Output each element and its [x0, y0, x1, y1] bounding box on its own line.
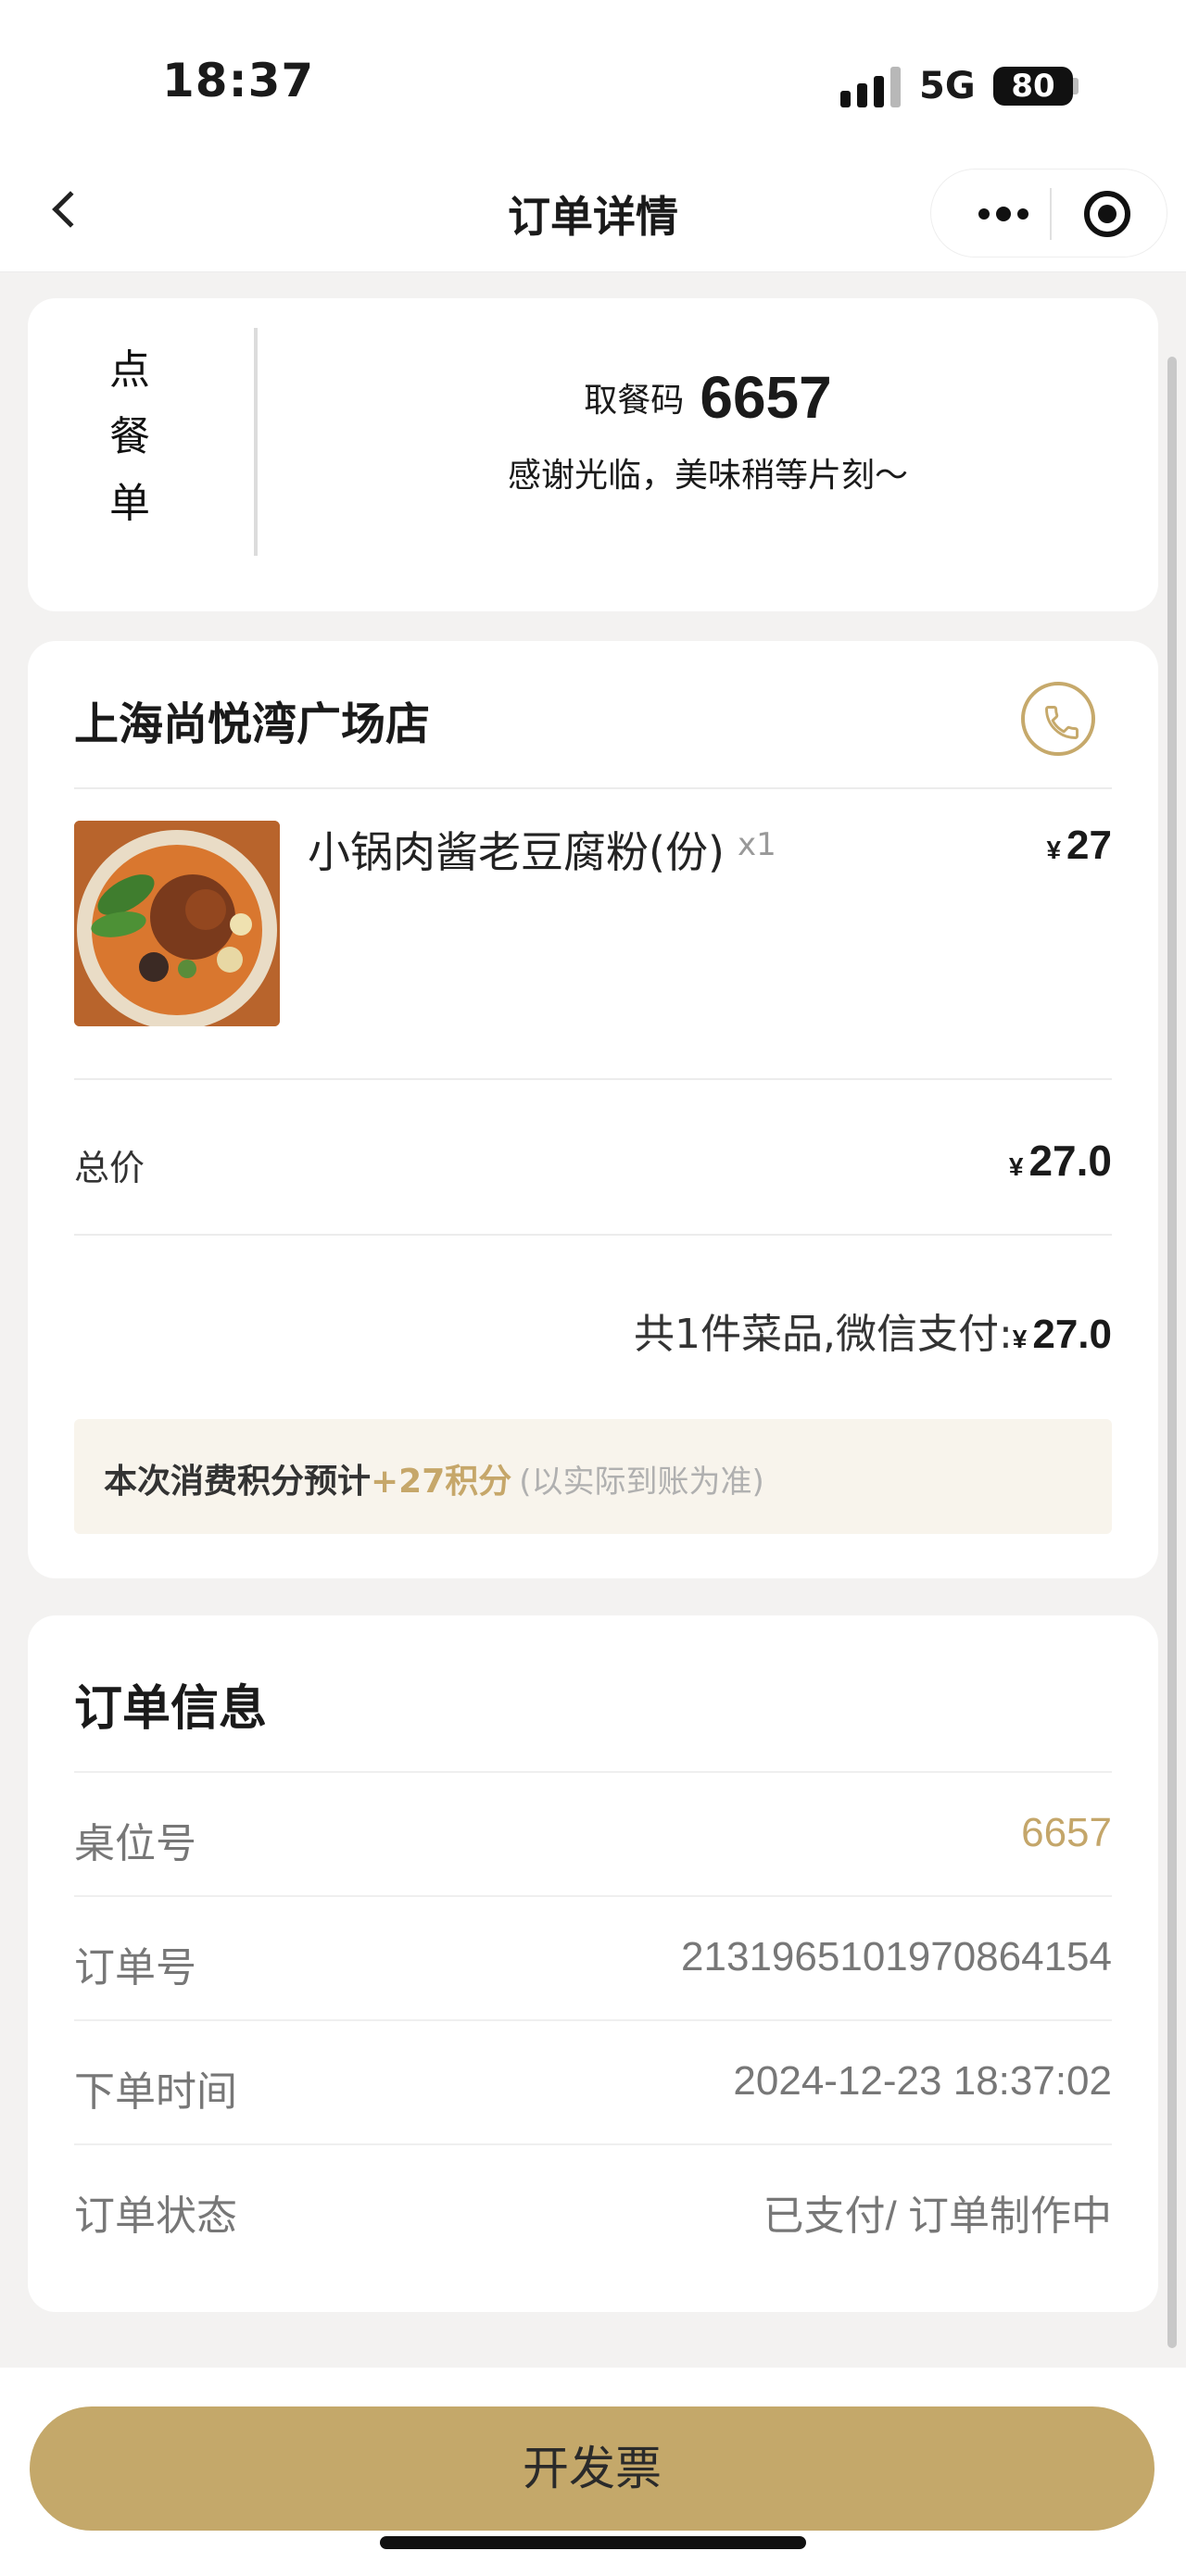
divider — [74, 1078, 1112, 1080]
info-row-order-time: 下单时间 2024-12-23 18:37:02 — [74, 2019, 1112, 2143]
screen: 18:37 5G 80 订单详情 点 餐 单 取餐码 6657 感谢光临，美味稍… — [0, 0, 1186, 2576]
home-indicator — [380, 2536, 806, 2549]
info-row-order-number: 订单号 2131965101970864154 — [74, 1895, 1112, 2019]
divider — [74, 1234, 1112, 1236]
phone-button[interactable] — [1021, 682, 1095, 756]
currency-symbol: ¥ — [1008, 1152, 1024, 1181]
currency-symbol: ¥ — [1012, 1325, 1028, 1353]
order-type-tag: 点 餐 单 — [102, 337, 158, 537]
invoice-button[interactable]: 开发票 — [30, 2406, 1154, 2531]
battery-cap — [1073, 78, 1079, 94]
capsule-divider — [1050, 188, 1052, 240]
battery-icon: 80 — [993, 67, 1073, 106]
order-tag-char: 点 — [109, 346, 150, 394]
points-text: 本次消费积分预计+27积分 (以实际到账为准) — [104, 1454, 764, 1502]
info-row-order-status: 订单状态 已支付/ 订单制作中 — [74, 2143, 1112, 2268]
info-value: 已支付/ 订单制作中 — [763, 2193, 1112, 2239]
info-value: 6657 — [1021, 1810, 1112, 1855]
more-dots-icon[interactable] — [959, 170, 1048, 258]
dish-name: 小锅肉酱老豆腐粉(份) — [308, 827, 725, 877]
summary-amount: 27.0 — [1032, 1312, 1112, 1357]
pickup-code: 6657 — [700, 364, 832, 431]
order-items-card: 上海尚悦湾广场店 小锅肉酱老豆腐粉(份) x1 ¥ 27 总价 ¥ 27.0 共… — [28, 641, 1158, 1578]
info-key: 订单号 — [74, 1944, 196, 1992]
info-value: 2024-12-23 18:37:02 — [733, 2058, 1112, 2104]
dish-price-value: 27 — [1066, 823, 1112, 868]
info-key: 订单状态 — [74, 2193, 237, 2240]
pickup-code-label: 取餐码 — [584, 382, 685, 420]
order-tag-char: 餐 — [109, 413, 150, 460]
signal-icon — [840, 67, 902, 107]
order-info-title: 订单信息 — [74, 1681, 268, 1737]
pickup-card: 点 餐 单 取餐码 6657 感谢光临，美味稍等片刻～ — [28, 298, 1158, 611]
divider — [74, 787, 1112, 789]
points-note: (以实际到账为准) — [519, 1464, 764, 1501]
info-key: 桌位号 — [74, 1820, 196, 1867]
order-info-card: 订单信息 桌位号 6657 订单号 2131965101970864154 下单… — [28, 1615, 1158, 2312]
store-name: 上海尚悦湾广场店 — [74, 698, 431, 750]
info-key: 下单时间 — [74, 2068, 237, 2116]
status-bar: 18:37 5G 80 — [0, 0, 1186, 156]
dish-price: ¥27 — [1046, 823, 1112, 869]
info-row-table: 桌位号 6657 — [74, 1771, 1112, 1895]
network-type: 5G — [919, 65, 976, 107]
pickup-message: 感谢光临，美味稍等片刻～ — [507, 457, 908, 495]
payment-summary: 共1件菜品,微信支付:¥ 27.0 — [634, 1301, 1112, 1360]
dish-quantity: x1 — [738, 826, 776, 863]
points-value: +27积分 — [371, 1463, 512, 1501]
close-target-icon[interactable] — [1084, 191, 1130, 237]
info-value: 2131965101970864154 — [681, 1934, 1112, 1979]
summary-text: 共1件菜品,微信支付: — [633, 1311, 1013, 1358]
currency-symbol: ¥ — [1046, 836, 1062, 864]
points-banner: 本次消费积分预计+27积分 (以实际到账为准) — [74, 1419, 1112, 1534]
dish-image — [74, 821, 280, 1026]
phone-icon — [1045, 706, 1079, 739]
total-label: 总价 — [74, 1148, 145, 1188]
total-value: ¥27.0 — [1009, 1136, 1112, 1186]
status-time: 18:37 — [162, 54, 315, 107]
nav-bar: 订单详情 — [0, 156, 1186, 272]
scrollbar[interactable] — [1167, 357, 1177, 2348]
pickup-code-line: 取餐码 6657 — [258, 363, 1158, 432]
tag-divider — [254, 328, 258, 556]
points-prefix: 本次消费积分预计 — [104, 1463, 372, 1501]
total-amount: 27.0 — [1028, 1137, 1112, 1185]
miniapp-capsule — [930, 169, 1167, 258]
order-tag-char: 单 — [109, 480, 150, 527]
